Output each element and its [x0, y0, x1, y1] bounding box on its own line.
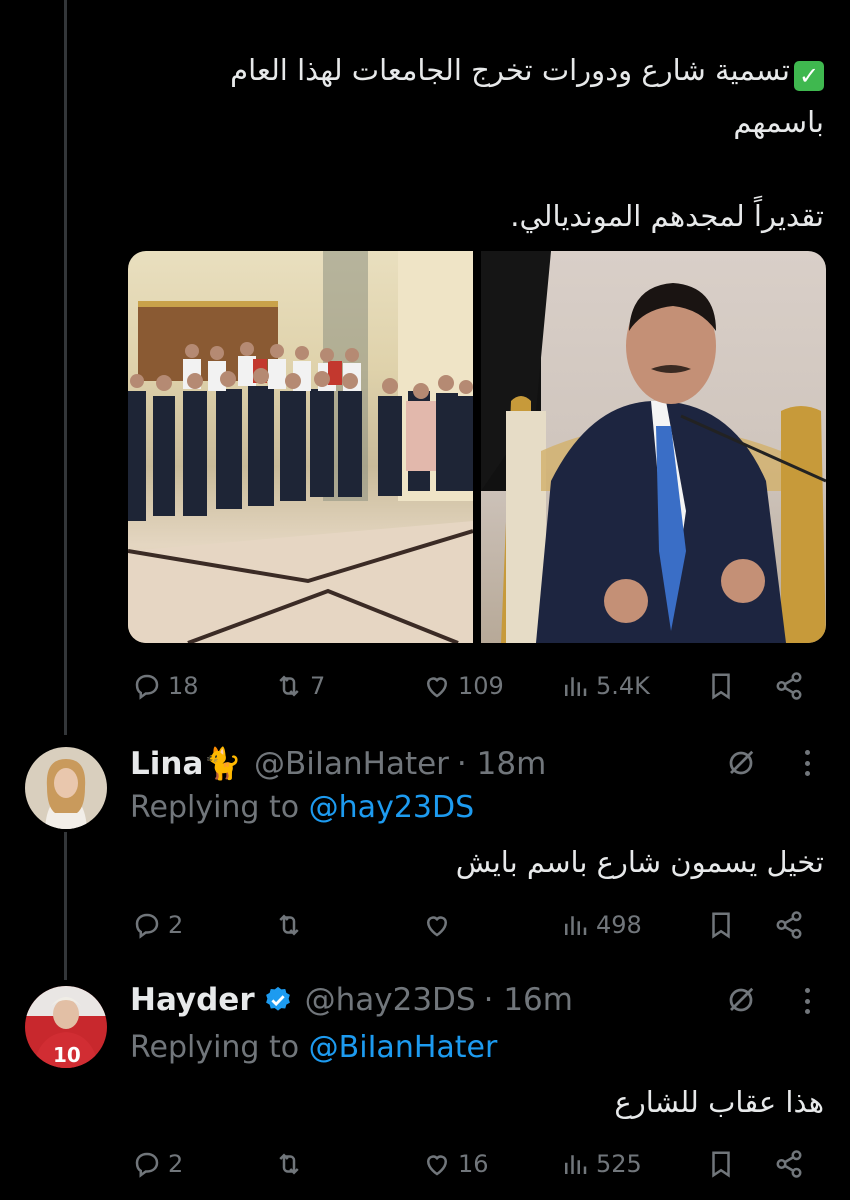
share-icon	[776, 911, 802, 939]
reply-count: 18	[168, 672, 199, 700]
retweet-icon	[279, 1153, 299, 1175]
timestamp[interactable]: · 18m	[457, 746, 546, 782]
avatar-hayder[interactable]: 10	[25, 986, 107, 1068]
retweet-action[interactable]: 7	[274, 671, 325, 701]
user-handle[interactable]: @BiIanHater	[254, 746, 449, 782]
reply-action[interactable]: 18	[132, 671, 199, 701]
group-photo-illustration	[128, 251, 473, 643]
check-mark-icon: ✓	[794, 61, 824, 91]
mention-link[interactable]: @BiIanHater	[309, 1030, 498, 1065]
like-count: 16	[458, 1150, 489, 1178]
main-tweet-actions: 18 7 109 5.4K	[128, 666, 826, 706]
replying-to: Replying to @BiIanHater	[130, 1030, 498, 1065]
tweet-text-line-3: تقديراً لمجدهم المونديالي.	[510, 199, 824, 233]
reply-icon	[135, 674, 159, 700]
share-icon	[776, 1150, 802, 1178]
views-count: 525	[596, 1150, 642, 1178]
thread-line	[64, 832, 67, 980]
reply-header: Lina🐈 @BiIanHater · 18m	[130, 745, 546, 783]
share-action[interactable]	[774, 1149, 804, 1179]
share-icon	[776, 672, 802, 700]
replying-to: Replying to @hay23DS	[130, 790, 475, 825]
bookmark-action[interactable]	[706, 910, 736, 940]
like-action[interactable]	[422, 910, 458, 940]
reply-text: هذا عقاب للشارع	[614, 1085, 824, 1119]
media-image-portrait[interactable]	[481, 251, 826, 643]
retweet-icon	[279, 675, 299, 697]
views-count: 498	[596, 911, 642, 939]
reply-actions: 2 498	[128, 905, 826, 945]
bookmark-action[interactable]	[706, 1149, 736, 1179]
like-action[interactable]: 109	[422, 671, 504, 701]
retweet-action[interactable]	[274, 1149, 310, 1179]
retweet-count: 7	[310, 672, 326, 700]
reply-header: Hayder @hay23DS · 16m	[130, 982, 573, 1018]
retweet-action[interactable]	[274, 910, 310, 940]
views-icon	[565, 677, 587, 696]
views-action[interactable]: 525	[560, 1149, 642, 1179]
avatar-image: 10	[25, 986, 107, 1068]
bookmark-icon	[712, 673, 730, 700]
svg-text:10: 10	[53, 1043, 81, 1067]
like-count: 109	[458, 672, 504, 700]
more-icon[interactable]	[800, 750, 814, 776]
grok-icon[interactable]	[726, 985, 756, 1015]
display-name[interactable]: Lina🐈	[130, 745, 242, 782]
tweet-media[interactable]	[128, 251, 826, 643]
grok-icon[interactable]	[726, 748, 756, 778]
avatar-lina[interactable]	[25, 747, 107, 829]
share-action[interactable]	[774, 671, 804, 701]
views-action[interactable]: 498	[560, 910, 642, 940]
portrait-illustration	[481, 251, 826, 643]
avatar-image	[25, 747, 107, 829]
mention-link[interactable]: @hay23DS	[309, 790, 474, 825]
like-action[interactable]: 16	[422, 1149, 489, 1179]
views-count: 5.4K	[596, 672, 650, 700]
bookmark-action[interactable]	[706, 671, 736, 701]
reply-text: تخيل يسمون شارع باسم بايش	[455, 845, 824, 879]
tweet-text-line-1: ✓تسمية شارع ودورات تخرج الجامعات لهذا ال…	[230, 48, 824, 92]
display-name[interactable]: Hayder	[130, 982, 255, 1018]
reply-icon	[135, 913, 159, 939]
views-icon	[565, 916, 587, 935]
bookmark-icon	[712, 912, 730, 939]
user-handle[interactable]: @hay23DS	[305, 982, 476, 1018]
bookmark-icon	[712, 1151, 730, 1178]
reply-action[interactable]: 2	[132, 1149, 183, 1179]
reply-actions: 2 16 525	[128, 1144, 826, 1184]
retweet-icon	[279, 914, 299, 936]
reply-icon	[135, 1152, 159, 1178]
reply-count: 2	[168, 911, 184, 939]
tweet-text-line-2: باسمهم	[733, 105, 824, 139]
reply-action[interactable]: 2	[132, 910, 183, 940]
heart-icon	[426, 916, 448, 937]
timestamp[interactable]: · 16m	[484, 982, 573, 1018]
views-icon	[565, 1155, 587, 1174]
share-action[interactable]	[774, 910, 804, 940]
heart-icon	[426, 677, 448, 698]
verified-badge-icon	[265, 986, 290, 1011]
views-action[interactable]: 5.4K	[560, 671, 650, 701]
more-icon[interactable]	[800, 988, 814, 1014]
thread-line	[64, 0, 67, 735]
heart-icon	[426, 1155, 448, 1176]
reply-count: 2	[168, 1150, 184, 1178]
media-image-group-photo[interactable]	[128, 251, 473, 643]
